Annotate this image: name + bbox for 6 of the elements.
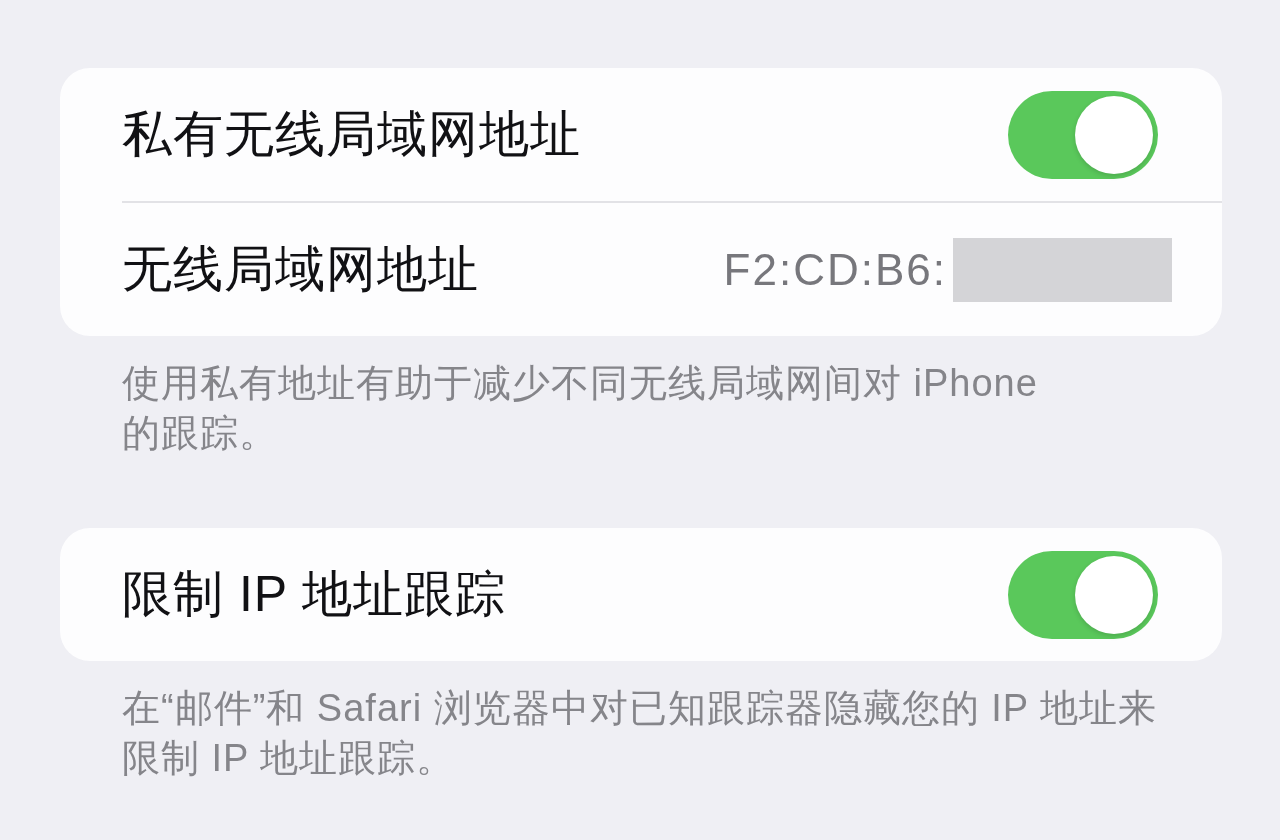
setting-label: 限制 IP 地址跟踪 — [122, 565, 507, 624]
setting-label: 无线局域网地址 — [122, 240, 479, 299]
setting-label: 私有无线局域网地址 — [122, 105, 581, 164]
footer-note: 在“邮件”和 Safari 浏览器中对已知跟踪器隐藏您的 IP 地址来限制 IP 地址跟踪。 — [121, 686, 1159, 781]
footer-note: 使用私有地址有助于减少不同无线局域网间对 iPhone 的跟踪。 — [121, 361, 1039, 456]
setting-value: F2:CD:B6: — [723, 244, 947, 295]
